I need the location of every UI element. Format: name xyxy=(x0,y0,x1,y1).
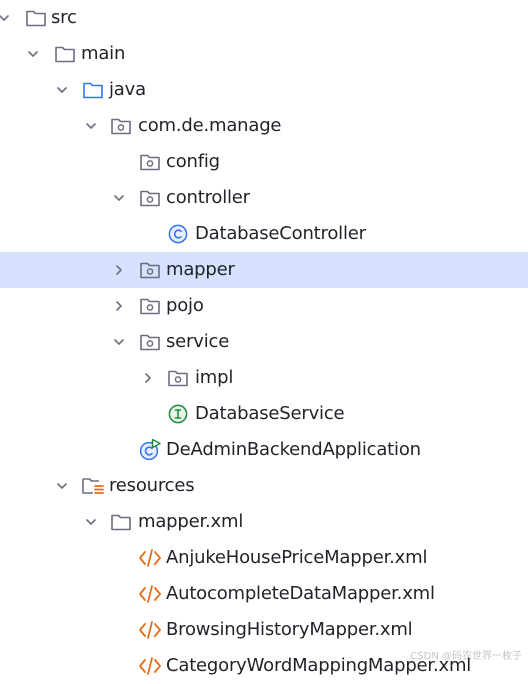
chevron-down-icon[interactable] xyxy=(81,108,101,144)
chevron-down-icon[interactable] xyxy=(81,504,101,540)
tree-label: config xyxy=(166,151,220,172)
tree-row-resources[interactable]: resources xyxy=(0,468,528,504)
chevron-right-icon[interactable] xyxy=(138,360,158,396)
folder-icon xyxy=(53,42,77,66)
chevron-down-icon[interactable] xyxy=(109,180,129,216)
tree-label: DeAdminBackendApplication xyxy=(166,439,421,460)
xml-file-icon xyxy=(138,546,162,570)
folder-icon xyxy=(24,6,48,30)
chevron-down-icon[interactable] xyxy=(0,0,14,36)
chevron-right-icon[interactable] xyxy=(109,252,129,288)
tree-label: resources xyxy=(109,475,195,496)
chevron-down-icon[interactable] xyxy=(23,36,43,72)
xml-file-icon xyxy=(138,654,162,678)
watermark: CSDN @码农世界一枚子 xyxy=(410,651,522,662)
tree-row-database-service[interactable]: DatabaseService xyxy=(0,396,528,432)
interface-icon xyxy=(166,402,190,426)
tree-row-xml-file[interactable]: AnjukeHousePriceMapper.xml xyxy=(0,540,528,576)
tree-label: com.de.manage xyxy=(138,115,282,136)
project-tree: src main java com.de.manage config contr… xyxy=(0,0,528,684)
tree-row-xml-file[interactable]: BrowsingHistoryMapper.xml xyxy=(0,612,528,648)
tree-row-de-admin-backend-application[interactable]: DeAdminBackendApplication xyxy=(0,432,528,468)
tree-label: java xyxy=(109,79,146,100)
tree-label: DatabaseController xyxy=(195,223,366,244)
package-icon xyxy=(109,114,133,138)
package-icon xyxy=(138,258,162,282)
package-icon xyxy=(138,150,162,174)
tree-label: DatabaseService xyxy=(195,403,345,424)
tree-label: BrowsingHistoryMapper.xml xyxy=(166,619,413,640)
tree-row-pojo[interactable]: pojo xyxy=(0,288,528,324)
tree-row-java[interactable]: java xyxy=(0,72,528,108)
chevron-down-icon[interactable] xyxy=(109,324,129,360)
class-icon xyxy=(166,222,190,246)
tree-label: mapper xyxy=(166,259,235,280)
tree-label: mapper.xml xyxy=(138,511,244,532)
tree-label: controller xyxy=(166,187,250,208)
chevron-right-icon[interactable] xyxy=(109,288,129,324)
tree-label: main xyxy=(81,43,126,64)
package-icon xyxy=(138,186,162,210)
tree-row-main[interactable]: main xyxy=(0,36,528,72)
tree-label: pojo xyxy=(166,295,204,316)
package-icon xyxy=(166,366,190,390)
spring-application-icon xyxy=(138,438,162,462)
tree-row-service[interactable]: service xyxy=(0,324,528,360)
tree-row-mapper-xml[interactable]: mapper.xml xyxy=(0,504,528,540)
tree-label: service xyxy=(166,331,230,352)
xml-file-icon xyxy=(138,618,162,642)
folder-icon xyxy=(109,510,133,534)
chevron-down-icon[interactable] xyxy=(52,468,72,504)
chevron-down-icon[interactable] xyxy=(52,72,72,108)
tree-label: AutocompleteDataMapper.xml xyxy=(166,583,435,604)
tree-label: AnjukeHousePriceMapper.xml xyxy=(166,547,428,568)
tree-label: impl xyxy=(195,367,234,388)
package-icon xyxy=(138,330,162,354)
source-folder-icon xyxy=(81,78,105,102)
resources-folder-icon xyxy=(81,474,105,498)
tree-row-src[interactable]: src xyxy=(0,0,528,36)
tree-row-mapper[interactable]: mapper xyxy=(0,252,528,288)
tree-row-controller[interactable]: controller xyxy=(0,180,528,216)
xml-file-icon xyxy=(138,582,162,606)
tree-label: src xyxy=(51,7,77,28)
tree-row-impl[interactable]: impl xyxy=(0,360,528,396)
package-icon xyxy=(138,294,162,318)
tree-row-database-controller[interactable]: DatabaseController xyxy=(0,216,528,252)
tree-row-config[interactable]: config xyxy=(0,144,528,180)
tree-row-xml-file[interactable]: AutocompleteDataMapper.xml xyxy=(0,576,528,612)
tree-row-com-de-manage[interactable]: com.de.manage xyxy=(0,108,528,144)
